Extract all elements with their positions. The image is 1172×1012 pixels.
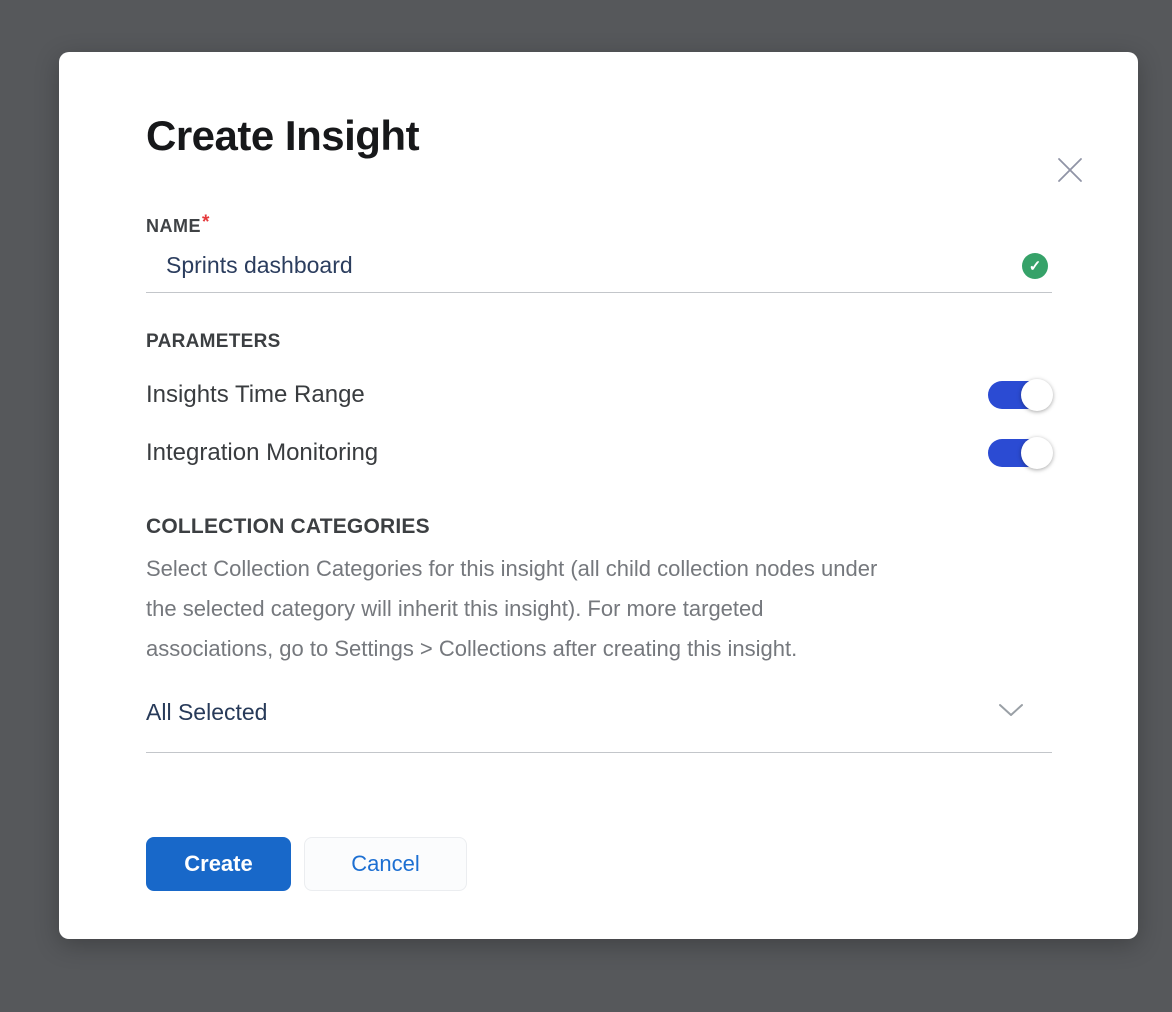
name-field-label: NAME <box>146 216 201 236</box>
parameters-heading: PARAMETERS <box>146 331 1052 353</box>
integration-monitoring-toggle[interactable] <box>988 439 1050 467</box>
collection-categories-heading: COLLECTION CATEGORIES <box>146 515 1052 539</box>
name-input[interactable] <box>166 252 1022 279</box>
name-field-section: NAME* ✓ <box>146 216 1052 293</box>
name-field-label-row: NAME* <box>146 216 1052 238</box>
modal-actions: Create Cancel <box>146 837 1052 891</box>
name-input-row: ✓ <box>146 252 1052 293</box>
parameter-row-integration-monitoring: Integration Monitoring <box>146 437 1052 469</box>
chevron-down-icon <box>998 703 1024 722</box>
insights-time-range-toggle[interactable] <box>988 381 1050 409</box>
collection-categories-description: Select Collection Categories for this in… <box>146 549 1052 669</box>
dropdown-selected-value: All Selected <box>146 699 267 726</box>
cancel-button[interactable]: Cancel <box>304 837 467 891</box>
toggle-label: Insights Time Range <box>146 381 365 409</box>
close-button[interactable] <box>1052 152 1088 188</box>
create-button[interactable]: Create <box>146 837 291 891</box>
toggle-knob <box>1021 437 1053 469</box>
description-line: Select Collection Categories for this in… <box>146 549 1052 589</box>
close-icon <box>1055 155 1085 185</box>
collection-categories-dropdown[interactable]: All Selected <box>146 699 1052 753</box>
parameter-row-insights-time-range: Insights Time Range <box>146 379 1052 411</box>
description-line: associations, go to Settings > Collectio… <box>146 629 1052 669</box>
required-asterisk: * <box>202 212 209 233</box>
description-line: the selected category will inherit this … <box>146 589 1052 629</box>
collection-categories-section: COLLECTION CATEGORIES Select Collection … <box>146 515 1052 753</box>
valid-check-icon: ✓ <box>1022 253 1048 279</box>
create-insight-modal: Create Insight NAME* ✓ PARAMETERS Insigh… <box>59 52 1138 939</box>
modal-overlay: Create Insight NAME* ✓ PARAMETERS Insigh… <box>0 0 1172 1012</box>
toggle-label: Integration Monitoring <box>146 439 378 467</box>
parameters-section: PARAMETERS Insights Time Range Integrati… <box>146 331 1052 469</box>
toggle-knob <box>1021 379 1053 411</box>
modal-title: Create Insight <box>146 110 1052 162</box>
